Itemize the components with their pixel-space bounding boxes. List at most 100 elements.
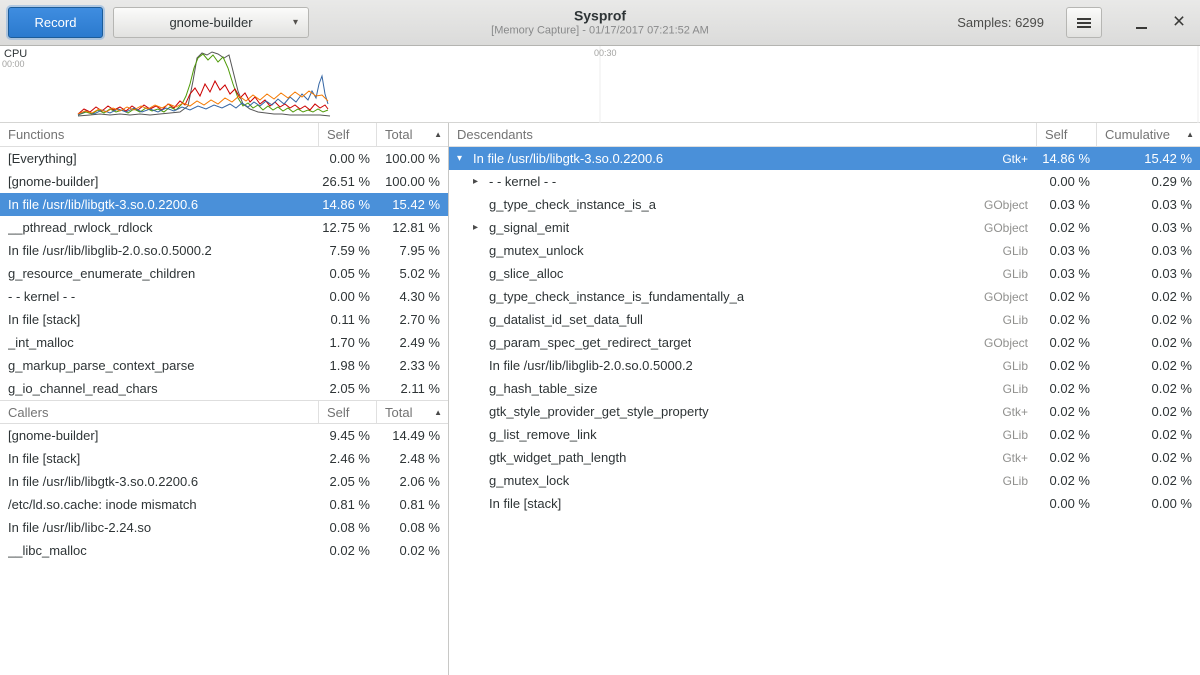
tree-expander-icon[interactable]: ▸ [473,176,489,187]
descendant-cumulative-percent: 0.02 % [1096,404,1200,419]
descendant-row[interactable]: gtk_widget_path_length Gtk+ 0.02 % 0.02 … [449,446,1200,469]
callers-self-column-header[interactable]: Self [318,401,376,423]
descendant-self-percent: 14.86 % [1036,151,1096,166]
descendant-name: gtk_style_provider_get_style_property [489,404,709,419]
descendant-row[interactable]: In file [stack] 0.00 % 0.00 % [449,492,1200,515]
caller-row[interactable]: In file [stack] 2.46 % 2.48 % [0,447,448,470]
function-row[interactable]: - - kernel - - 0.00 % 4.30 % [0,285,448,308]
functions-self-column-header[interactable]: Self [318,123,376,146]
descendant-row[interactable]: g_hash_table_size GLib 0.02 % 0.02 % [449,377,1200,400]
descendant-row[interactable]: ▾ In file /usr/lib/libgtk-3.so.0.2200.6 … [449,147,1200,170]
callers-column-header[interactable]: Callers [0,401,318,423]
library-tag: Gtk+ [992,451,1028,465]
chevron-down-icon: ▾ [293,16,298,27]
descendant-row[interactable]: gtk_style_provider_get_style_property Gt… [449,400,1200,423]
function-self-percent: 1.70 % [318,335,376,350]
close-button[interactable]: × [1166,10,1192,36]
function-self-percent: 1.98 % [318,358,376,373]
function-row[interactable]: _int_malloc 1.70 % 2.49 % [0,331,448,354]
tree-expander-icon[interactable]: ▸ [473,222,489,233]
descendant-row[interactable]: g_mutex_unlock GLib 0.03 % 0.03 % [449,239,1200,262]
caller-row[interactable]: /etc/ld.so.cache: inode mismatch 0.81 % … [0,493,448,516]
descendant-cumulative-percent: 0.02 % [1096,450,1200,465]
caller-total-percent: 2.48 % [376,451,448,466]
descendant-row[interactable]: g_datalist_id_set_data_full GLib 0.02 % … [449,308,1200,331]
descendant-row[interactable]: g_mutex_lock GLib 0.02 % 0.02 % [449,469,1200,492]
profile-target-dropdown[interactable]: gnome-builder ▾ [113,7,309,38]
app-title: Sysprof [491,7,709,25]
caller-total-percent: 0.81 % [376,497,448,512]
function-name: In file /usr/lib/libgtk-3.so.0.2200.6 [8,197,198,212]
library-tag: Gtk+ [992,152,1028,166]
descendant-self-percent: 0.02 % [1036,358,1096,373]
caller-self-percent: 2.05 % [318,474,376,489]
function-self-percent: 2.05 % [318,381,376,396]
descendant-self-percent: 0.03 % [1036,266,1096,281]
descendant-cumulative-percent: 0.03 % [1096,220,1200,235]
caller-total-percent: 0.02 % [376,543,448,558]
caller-name: __libc_malloc [8,543,87,558]
function-row[interactable]: __pthread_rwlock_rdlock 12.75 % 12.81 % [0,216,448,239]
cpu-line-green [78,54,328,115]
descendant-self-percent: 0.02 % [1036,312,1096,327]
function-name: __pthread_rwlock_rdlock [8,220,153,235]
function-self-percent: 0.00 % [318,151,376,166]
function-total-percent: 2.49 % [376,335,448,350]
menu-button[interactable] [1066,7,1102,38]
sort-indicator-icon: ▲ [434,408,442,417]
descendant-self-percent: 0.02 % [1036,404,1096,419]
descendants-column-header[interactable]: Descendants [449,123,1036,146]
header-bar: Record gnome-builder ▾ Sysprof [Memory C… [0,0,1200,46]
function-name: g_markup_parse_context_parse [8,358,194,373]
descendant-row[interactable]: g_type_check_instance_is_fundamentally_a… [449,285,1200,308]
function-self-percent: 0.05 % [318,266,376,281]
functions-total-column-header[interactable]: Total ▲ [376,123,448,146]
left-pane: Functions Self Total ▲ [Everything] 0.00… [0,123,449,675]
record-button[interactable]: Record [8,7,103,38]
caller-row[interactable]: In file /usr/lib/libc-2.24.so 0.08 % 0.0… [0,516,448,539]
descendant-cumulative-percent: 0.03 % [1096,266,1200,281]
descendant-row[interactable]: ▸ g_signal_emit GObject 0.02 % 0.03 % [449,216,1200,239]
caller-row[interactable]: In file /usr/lib/libgtk-3.so.0.2200.6 2.… [0,470,448,493]
descendant-row[interactable]: g_list_remove_link GLib 0.02 % 0.02 % [449,423,1200,446]
descendants-table-header: Descendants Self Cumulative ▲ [449,123,1200,147]
window-controls: × [1116,10,1192,36]
descendant-row[interactable]: g_type_check_instance_is_a GObject 0.03 … [449,193,1200,216]
library-tag: GLib [993,313,1028,327]
function-row[interactable]: g_resource_enumerate_children 0.05 % 5.0… [0,262,448,285]
caller-name: In file /usr/lib/libc-2.24.so [8,520,151,535]
descendant-name: g_type_check_instance_is_a [489,197,656,212]
descendant-self-percent: 0.02 % [1036,427,1096,442]
function-row[interactable]: g_markup_parse_context_parse 1.98 % 2.33… [0,354,448,377]
function-row[interactable]: In file /usr/lib/libgtk-3.so.0.2200.6 14… [0,193,448,216]
descendant-row[interactable]: g_slice_alloc GLib 0.03 % 0.03 % [449,262,1200,285]
function-row[interactable]: [gnome-builder] 26.51 % 100.00 % [0,170,448,193]
descendant-name: g_list_remove_link [489,427,597,442]
library-tag: Gtk+ [992,405,1028,419]
descendant-name: In file /usr/lib/libgtk-3.so.0.2200.6 [473,151,663,166]
descendant-row[interactable]: In file /usr/lib/libglib-2.0.so.0.5000.2… [449,354,1200,377]
descendant-cumulative-percent: 15.42 % [1096,151,1200,166]
function-row[interactable]: In file /usr/lib/libglib-2.0.so.0.5000.2… [0,239,448,262]
function-row[interactable]: g_io_channel_read_chars 2.05 % 2.11 % [0,377,448,400]
callers-total-column-header[interactable]: Total ▲ [376,401,448,423]
functions-column-header[interactable]: Functions [0,123,318,146]
descendant-name: In file [stack] [489,496,561,511]
descendants-cumulative-column-header[interactable]: Cumulative ▲ [1096,123,1200,146]
caller-row[interactable]: __libc_malloc 0.02 % 0.02 % [0,539,448,562]
library-tag: GLib [993,474,1028,488]
descendant-name: g_slice_alloc [489,266,563,281]
function-row[interactable]: In file [stack] 0.11 % 2.70 % [0,308,448,331]
descendant-row[interactable]: g_param_spec_get_redirect_target GObject… [449,331,1200,354]
caller-row[interactable]: [gnome-builder] 9.45 % 14.49 % [0,424,448,447]
tree-expander-icon[interactable]: ▾ [457,153,473,164]
library-tag: GLib [993,244,1028,258]
descendant-name: g_param_spec_get_redirect_target [489,335,691,350]
descendant-row[interactable]: ▸ - - kernel - - 0.00 % 0.29 % [449,170,1200,193]
descendants-self-column-header[interactable]: Self [1036,123,1096,146]
descendant-cumulative-percent: 0.03 % [1096,243,1200,258]
function-row[interactable]: [Everything] 0.00 % 100.00 % [0,147,448,170]
descendant-self-percent: 0.02 % [1036,289,1096,304]
cpu-timeline[interactable]: CPU 00:00 00:30 [0,46,1200,123]
minimize-button[interactable] [1128,10,1154,36]
